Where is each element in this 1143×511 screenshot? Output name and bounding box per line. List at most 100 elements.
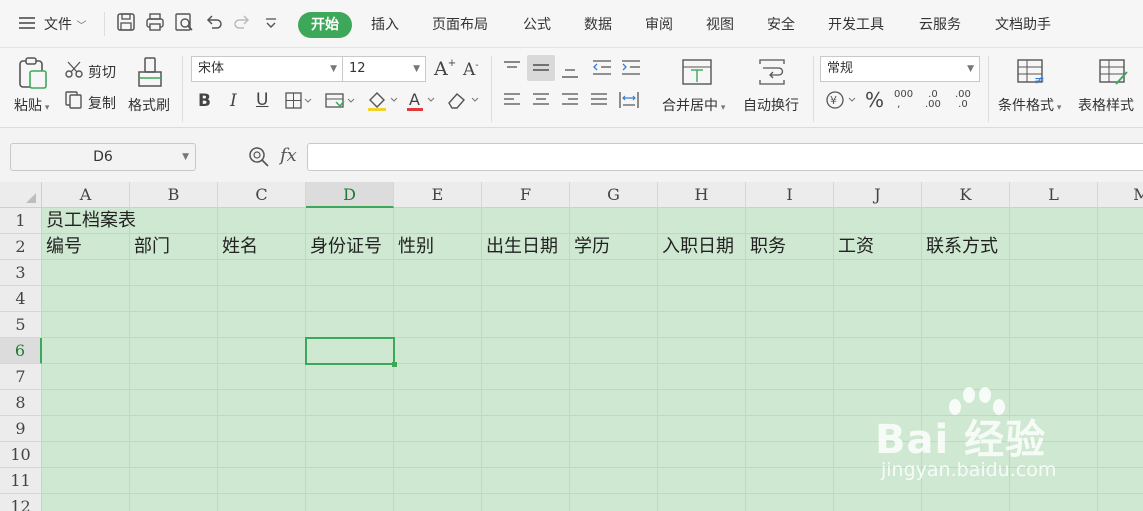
currency-format-icon[interactable]: ¥ <box>825 90 859 114</box>
cell-i4[interactable] <box>746 286 834 312</box>
italic-icon[interactable]: I <box>230 91 237 111</box>
cell-d3[interactable] <box>306 260 394 286</box>
cell-j3[interactable] <box>834 260 922 286</box>
cell-m6[interactable] <box>1098 338 1143 364</box>
cell-j4[interactable] <box>834 286 922 312</box>
cell-a12[interactable] <box>42 494 130 511</box>
cell-g12[interactable] <box>570 494 658 511</box>
cell-h9[interactable] <box>658 416 746 442</box>
cell-e4[interactable] <box>394 286 482 312</box>
cell-m3[interactable] <box>1098 260 1143 286</box>
cell-c11[interactable] <box>218 468 306 494</box>
cell-f9[interactable] <box>482 416 570 442</box>
cell-b8[interactable] <box>130 390 218 416</box>
file-menu[interactable]: 文件 ﹀ <box>44 14 86 34</box>
cell-e10[interactable] <box>394 442 482 468</box>
column-header-f[interactable]: F <box>482 182 570 208</box>
cell-g5[interactable] <box>570 312 658 338</box>
row-header-5[interactable]: 5 <box>0 312 42 338</box>
cell-g1[interactable] <box>570 208 658 234</box>
decrease-font-size-icon[interactable]: A- <box>463 60 479 80</box>
row-header-10[interactable]: 10 <box>0 442 42 468</box>
header-cell-d[interactable]: 身份证号 <box>306 234 394 260</box>
cell-f6[interactable] <box>482 338 570 364</box>
cell-h12[interactable] <box>658 494 746 511</box>
cell-d5[interactable] <box>306 312 394 338</box>
increase-font-size-icon[interactable]: A+ <box>434 58 456 80</box>
cell-b7[interactable] <box>130 364 218 390</box>
cell-b10[interactable] <box>130 442 218 468</box>
wrap-text-icon[interactable] <box>757 58 787 90</box>
scissors-icon[interactable] <box>64 61 84 83</box>
row-header-8[interactable]: 8 <box>0 390 42 416</box>
cell-c7[interactable] <box>218 364 306 390</box>
row-header-1[interactable]: 1 <box>0 208 42 234</box>
header-cell-k[interactable]: 联系方式 <box>922 234 1010 260</box>
cell-c9[interactable] <box>218 416 306 442</box>
cell-j6[interactable] <box>834 338 922 364</box>
cell-b3[interactable] <box>130 260 218 286</box>
cell-a7[interactable] <box>42 364 130 390</box>
header-cell-c[interactable]: 姓名 <box>218 234 306 260</box>
row-header-12[interactable]: 12 <box>0 494 42 511</box>
tab-view[interactable]: 视图 <box>706 14 734 34</box>
cell-h4[interactable] <box>658 286 746 312</box>
column-header-m[interactable]: M <box>1098 182 1143 208</box>
cell-j5[interactable] <box>834 312 922 338</box>
tab-doc-assistant[interactable]: 文档助手 <box>995 14 1051 34</box>
tab-insert[interactable]: 插入 <box>371 14 399 34</box>
header-cell-f[interactable]: 出生日期 <box>482 234 570 260</box>
table-style-button[interactable]: 表格样式 <box>1078 95 1134 115</box>
cell-g7[interactable] <box>570 364 658 390</box>
cell-h7[interactable] <box>658 364 746 390</box>
cell-d12[interactable] <box>306 494 394 511</box>
tab-formulas[interactable]: 公式 <box>523 14 551 34</box>
cell-f5[interactable] <box>482 312 570 338</box>
column-header-l[interactable]: L <box>1010 182 1098 208</box>
cell-e7[interactable] <box>394 364 482 390</box>
column-header-j[interactable]: J <box>834 182 922 208</box>
cell-g3[interactable] <box>570 260 658 286</box>
cell-a3[interactable] <box>42 260 130 286</box>
fill-handle[interactable] <box>392 362 397 367</box>
cell-b4[interactable] <box>130 286 218 312</box>
tab-developer[interactable]: 开发工具 <box>828 14 884 34</box>
cell-l12[interactable] <box>1010 494 1098 511</box>
column-header-c[interactable]: C <box>218 182 306 208</box>
cell-f12[interactable] <box>482 494 570 511</box>
cell-h5[interactable] <box>658 312 746 338</box>
tab-home[interactable]: 开始 <box>298 12 352 38</box>
cell-b11[interactable] <box>130 468 218 494</box>
cell-j12[interactable] <box>834 494 922 511</box>
cell-i8[interactable] <box>746 390 834 416</box>
align-bottom-icon[interactable] <box>560 64 580 84</box>
header-cell-h[interactable]: 入职日期 <box>658 234 746 260</box>
justify-icon[interactable] <box>589 92 609 112</box>
font-name-select[interactable]: 宋体 ▼ <box>191 56 343 82</box>
cell-l2[interactable] <box>1010 234 1098 260</box>
cell-d4[interactable] <box>306 286 394 312</box>
name-box[interactable]: D6 ▼ <box>10 143 196 171</box>
merge-center-icon[interactable] <box>682 58 712 90</box>
cell-k12[interactable] <box>922 494 1010 511</box>
cell-g9[interactable] <box>570 416 658 442</box>
cut-button[interactable]: 剪切 <box>88 62 116 82</box>
column-header-k[interactable]: K <box>922 182 1010 208</box>
cell-d1[interactable] <box>306 208 394 234</box>
cell-k3[interactable] <box>922 260 1010 286</box>
conditional-format-icon[interactable]: ≠ <box>1016 58 1048 90</box>
cell-c4[interactable] <box>218 286 306 312</box>
conditional-format-button[interactable]: 条件格式 ▾ <box>998 95 1061 115</box>
paste-button[interactable]: 粘贴 ▾ <box>14 95 49 115</box>
column-header-b[interactable]: B <box>130 182 218 208</box>
cell-c6[interactable] <box>218 338 306 364</box>
undo-icon[interactable] <box>204 12 226 34</box>
cell-g4[interactable] <box>570 286 658 312</box>
customize-toolbar-icon[interactable] <box>264 16 286 38</box>
cell-h1[interactable] <box>658 208 746 234</box>
paste-icon[interactable] <box>16 56 50 94</box>
cell-h8[interactable] <box>658 390 746 416</box>
row-header-11[interactable]: 11 <box>0 468 42 494</box>
cell-d11[interactable] <box>306 468 394 494</box>
cell-m2[interactable] <box>1098 234 1143 260</box>
